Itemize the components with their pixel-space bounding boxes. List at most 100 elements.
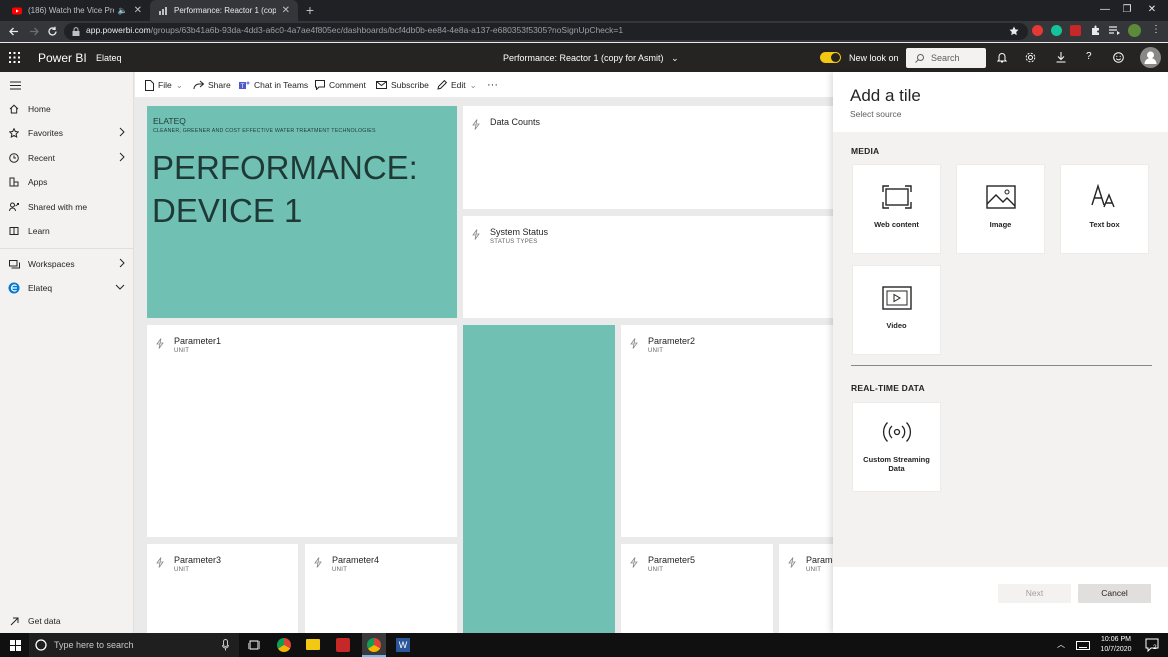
source-image[interactable]: Image <box>956 164 1045 254</box>
sidebar-item-workspaces[interactable]: Workspaces <box>0 253 134 275</box>
tile-parameter4[interactable]: Parameter4 UNIT <box>305 544 457 633</box>
sidebar-item-learn[interactable]: Learn <box>0 220 134 242</box>
forward-icon[interactable] <box>29 26 40 37</box>
star-icon <box>0 128 28 138</box>
extension-red-icon[interactable] <box>1032 25 1043 36</box>
settings-gear-icon[interactable] <box>1025 52 1036 63</box>
grammarly-icon[interactable] <box>1051 25 1062 36</box>
close-tab-icon[interactable]: ✕ <box>282 5 290 16</box>
restore-icon[interactable]: ❐ <box>1118 2 1136 18</box>
file-icon <box>145 79 154 91</box>
svg-text:T: T <box>241 83 245 89</box>
back-icon[interactable] <box>8 26 19 37</box>
pane-footer: Next Cancel <box>833 567 1168 633</box>
app-name[interactable]: Power BI <box>38 51 87 65</box>
minimize-icon[interactable]: — <box>1096 2 1114 18</box>
browser-tab-strip: (186) Watch the Vice Preside 🔈 ✕ Perform… <box>0 0 1168 21</box>
share-button[interactable]: Share <box>193 72 231 98</box>
chevron-down-icon: ⌄ <box>469 79 477 90</box>
comment-icon <box>315 80 325 90</box>
chevron-up-icon[interactable]: ︿ <box>1057 639 1065 650</box>
sidebar-item-favorites[interactable]: Favorites <box>0 122 134 144</box>
tile-title: Data Counts <box>490 117 541 127</box>
chevron-down-icon: ⌄ <box>671 53 679 63</box>
help-icon[interactable]: ? <box>1086 51 1092 62</box>
more-options-button[interactable]: ··· <box>487 72 498 98</box>
tile-data-counts[interactable]: Data Counts <box>463 106 835 209</box>
account-avatar[interactable] <box>1140 47 1161 68</box>
browser-menu-icon[interactable]: ⋮ <box>1151 24 1161 35</box>
system-clock[interactable]: 10:06 PM 10/7/2020 <box>1094 635 1138 655</box>
notifications-bell-icon[interactable] <box>997 52 1007 63</box>
sidebar-item-label: Shared with me <box>28 202 88 212</box>
tile-system-status[interactable]: System Status STATUS TYPES <box>463 216 835 318</box>
browser-tab-youtube[interactable]: (186) Watch the Vice Preside 🔈 ✕ <box>4 0 150 21</box>
teal-spacer-tile[interactable] <box>463 325 615 633</box>
share-label: Share <box>208 80 231 90</box>
report-title-dropdown[interactable]: Performance: Reactor 1 (copy for Asmit) … <box>503 53 679 64</box>
tile-parameter1[interactable]: Parameter1 UNIT <box>147 325 457 537</box>
source-custom-streaming-data[interactable]: Custom Streaming Data <box>852 402 941 492</box>
get-data-button[interactable]: Get data <box>0 610 134 632</box>
sidebar-item-home[interactable]: Home <box>0 98 134 120</box>
media-queue-icon[interactable] <box>1109 26 1120 36</box>
file-explorer-icon[interactable] <box>306 639 320 650</box>
chrome-taskbar-icon[interactable] <box>277 638 291 652</box>
cancel-button[interactable]: Cancel <box>1078 584 1151 603</box>
hamburger-menu-icon[interactable] <box>10 81 21 90</box>
red-app-icon[interactable] <box>336 638 350 652</box>
chevron-down-icon: ⌄ <box>175 79 183 90</box>
source-video[interactable]: Video <box>852 265 941 355</box>
search-placeholder: Search <box>931 53 960 63</box>
add-tile-header: Add a tile Select source <box>833 72 1168 132</box>
header-tile[interactable]: ELATEQ CLEANER, GREENER AND COST EFFECTI… <box>147 106 457 318</box>
windows-start-icon[interactable] <box>10 640 21 651</box>
app-launcher-icon[interactable] <box>9 52 20 63</box>
close-window-icon[interactable]: ✕ <box>1143 2 1161 18</box>
sidebar-item-label: Home <box>28 104 51 114</box>
chat-in-teams-button[interactable]: T Chat in Teams <box>239 72 308 98</box>
profile-avatar[interactable] <box>1128 24 1141 37</box>
file-menu-button[interactable]: File ⌄ <box>145 72 183 98</box>
task-view-icon[interactable] <box>248 639 260 651</box>
chrome-window-icon <box>367 638 381 652</box>
sidebar-item-apps[interactable]: Apps <box>0 171 134 193</box>
edit-button[interactable]: Edit ⌄ <box>437 72 477 98</box>
tile-subtitle: UNIT <box>174 567 190 573</box>
lock-icon[interactable] <box>72 27 80 36</box>
comment-button[interactable]: Comment <box>315 72 366 98</box>
new-look-toggle[interactable] <box>820 52 841 63</box>
new-tab-button[interactable]: + <box>302 2 318 18</box>
video-icon <box>853 286 940 310</box>
close-tab-icon[interactable]: ✕ <box>134 5 142 16</box>
tile-parameter5[interactable]: Parameter5 UNIT <box>621 544 773 633</box>
arrow-up-right-icon <box>0 617 28 626</box>
speaker-icon[interactable]: 🔈 <box>118 6 128 15</box>
comment-label: Comment <box>329 80 366 90</box>
sidebar-item-elateq[interactable]: Elateq <box>0 277 134 299</box>
subscribe-button[interactable]: Subscribe <box>376 72 429 98</box>
sidebar-item-shared[interactable]: Shared with me <box>0 196 134 218</box>
chevron-right-icon <box>119 152 125 162</box>
pdf-extension-icon[interactable] <box>1070 25 1081 36</box>
tile-parameter6[interactable]: Parame UNIT <box>779 544 835 633</box>
download-icon[interactable] <box>1056 52 1066 63</box>
tile-parameter2[interactable]: Parameter2 UNIT <box>621 325 835 537</box>
dashboard-title-line1: PERFORMANCE: <box>152 149 418 186</box>
feedback-smiley-icon[interactable] <box>1113 52 1124 63</box>
extensions-puzzle-icon[interactable] <box>1090 25 1101 36</box>
sidebar-item-label: Apps <box>28 177 48 187</box>
workspace-name[interactable]: Elateq <box>96 53 122 63</box>
browser-tab-powerbi[interactable]: Performance: Reactor 1 (copy for ✕ <box>150 0 298 21</box>
source-text-box[interactable]: Text box <box>1060 164 1149 254</box>
keyboard-icon[interactable] <box>1076 641 1090 650</box>
word-icon[interactable]: W <box>396 638 410 652</box>
microphone-icon[interactable] <box>222 639 229 651</box>
next-button[interactable]: Next <box>998 584 1071 603</box>
source-web-content[interactable]: Web content <box>852 164 941 254</box>
reload-icon[interactable] <box>47 26 58 37</box>
sidebar-item-recent[interactable]: Recent <box>0 147 134 169</box>
tile-parameter3[interactable]: Parameter3 UNIT <box>147 544 298 633</box>
bookmark-star-icon[interactable] <box>1009 26 1019 36</box>
url-host: app.powerbi.com <box>86 25 151 35</box>
